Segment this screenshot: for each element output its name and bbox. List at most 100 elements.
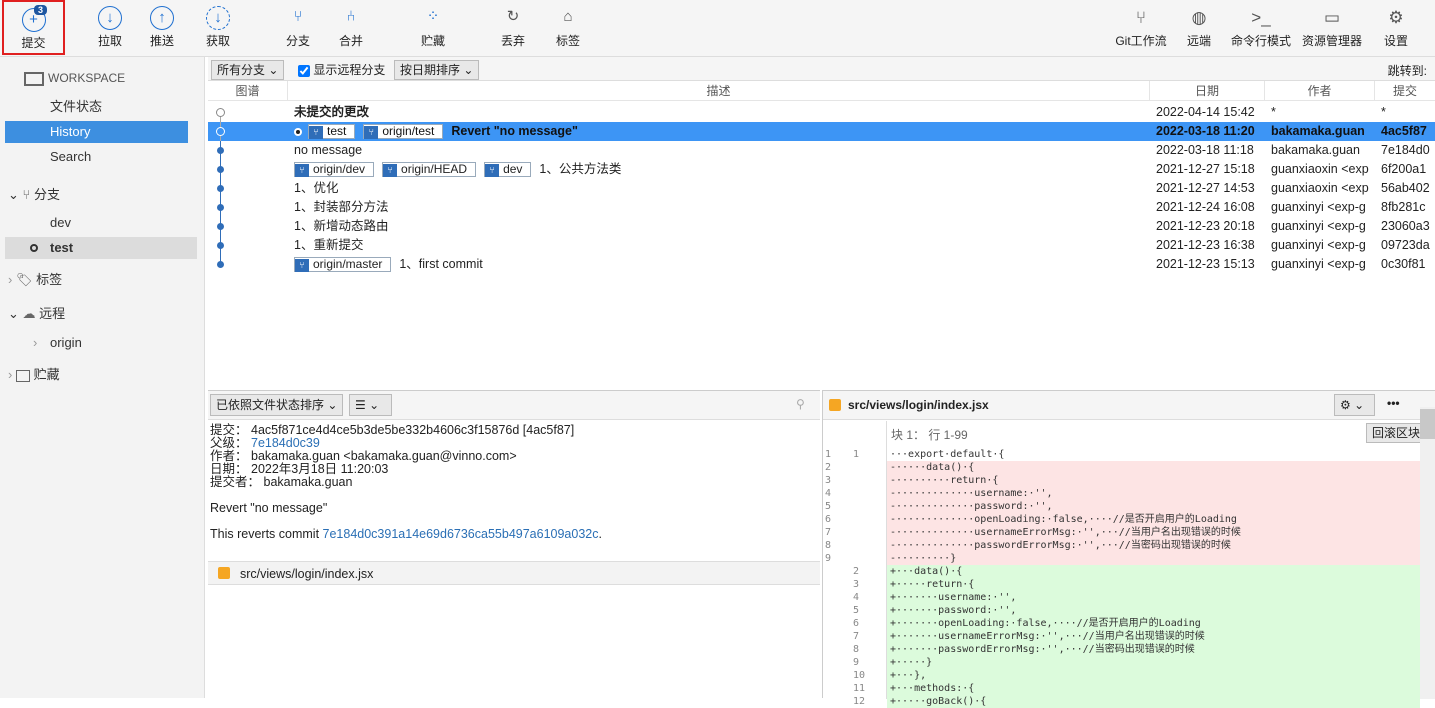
search-icon[interactable]: ⚲ xyxy=(796,397,805,411)
commit-hash-cell: 7e184d0 xyxy=(1381,143,1430,157)
workspace-header[interactable]: WORKSPACE xyxy=(24,67,125,89)
commit-row[interactable]: ⑂ test ⑂ origin/test Revert "no message" 202… xyxy=(208,122,1435,141)
diff-line-ctx[interactable]: 1 1 ···export·default·{ xyxy=(823,448,1420,461)
toolbar-gear-button[interactable]: ⚙ 设置 xyxy=(1372,0,1420,56)
more-options-icon[interactable]: ••• xyxy=(1387,396,1400,410)
toolbar-merge-button[interactable]: ⑃ 合并 xyxy=(323,0,379,56)
commit-row[interactable]: 未提交的更改 2022-04-14 15:42 * * xyxy=(208,103,1435,122)
diff-line-add[interactable]: 10 +···}, xyxy=(823,669,1420,682)
sidebar-item-file-status[interactable]: 文件状态 xyxy=(5,96,188,118)
branch-tag[interactable]: ⑂ origin/HEAD xyxy=(382,162,477,178)
committer-value: bakamaka.guan xyxy=(263,475,353,489)
diff-line-add[interactable]: 5 +·······password:·'', xyxy=(823,604,1420,617)
diff-line-del[interactable]: 9 -·········} xyxy=(823,552,1420,565)
sidebar-branch-dev[interactable]: dev xyxy=(5,212,188,234)
toolbar-plus-circle-button[interactable]: + 提交 3 xyxy=(2,0,65,55)
branch-tag[interactable]: ⑂ test xyxy=(308,124,356,140)
diff-line-add[interactable]: 6 +·······openLoading:·false,····//是否开启用户… xyxy=(823,617,1420,630)
toolbar-git-flow-button[interactable]: ⑂ Git工作流 xyxy=(1110,0,1172,56)
commit-row[interactable]: 1、重新提交 2021-12-23 16:38 guanxinyi <exp-g… xyxy=(208,236,1435,255)
diff-line-add[interactable]: 7 +·······usernameErrorMsg:·'',···//当用户名出… xyxy=(823,630,1420,643)
sort-dropdown[interactable]: 按日期排序 ⌄ xyxy=(394,60,480,80)
diff-settings-dropdown[interactable]: ⚙ ⌄ xyxy=(1334,394,1375,416)
branch-tag[interactable]: ⑂ origin/master xyxy=(294,257,392,273)
diff-line-add[interactable]: 12 +·····goBack()·{ xyxy=(823,695,1420,708)
terminal-icon: >_ xyxy=(1251,8,1271,27)
toolbar-label: 标签 xyxy=(555,34,580,48)
diff-line-del[interactable]: 3 -·········return·{ xyxy=(823,474,1420,487)
commit-row[interactable]: 1、新增动态路由 2021-12-23 20:18 guanxinyi <exp… xyxy=(208,217,1435,236)
commit-message: no message xyxy=(294,143,363,157)
show-remote-checkbox[interactable]: 显示远程分支 xyxy=(298,61,385,78)
branch-tag[interactable]: ⑂ origin/dev xyxy=(294,162,375,178)
sidebar-branch-test[interactable]: test xyxy=(5,237,197,259)
author-cell: bakamaka.guan xyxy=(1271,143,1360,157)
diff-line-del[interactable]: 6 -·············openLoading:·false,····//… xyxy=(823,513,1420,526)
graph-node xyxy=(217,166,224,173)
stashes-header[interactable]: › 贮藏 xyxy=(8,364,60,386)
commit-table-header: 图谱 描述 日期 作者 提交 xyxy=(208,81,1435,101)
date-value: 2022年3月18日 11:20:03 xyxy=(251,462,389,476)
diff-line-add[interactable]: 4 +·······username:·'', xyxy=(823,591,1420,604)
diff-line-del[interactable]: 4 -·············username:·'', xyxy=(823,487,1420,500)
toolbar-label: 丢弃 xyxy=(500,34,525,48)
file-sort-dropdown[interactable]: 已依照文件状态排序 ⌄ xyxy=(210,394,344,416)
diff-code: ···export·default·{ xyxy=(890,449,1005,460)
tags-header[interactable]: › 🏷 标签 xyxy=(8,269,62,291)
sidebar-item-search[interactable]: Search xyxy=(5,146,188,168)
graph-cell xyxy=(208,179,288,198)
toolbar-discard-button[interactable]: ↻ 丢弃 xyxy=(485,0,541,56)
diff-code: +···methods:·{ xyxy=(887,682,1420,695)
committer-label: 提交者： xyxy=(210,475,261,489)
branch-filter-dropdown[interactable]: 所有分支 ⌄ xyxy=(211,60,285,80)
diff-line-del[interactable]: 8 -·············passwordErrorMsg:·'',···/… xyxy=(823,539,1420,552)
toolbar-arrow-up-circle-button[interactable]: ↑ 推送 xyxy=(134,0,190,56)
old-line-number: 7 xyxy=(825,527,832,538)
toolbar-stash-button[interactable]: ⁘ 贮藏 xyxy=(405,0,461,56)
diff-line-del[interactable]: 7 -·············usernameErrorMsg:·'',···/… xyxy=(823,526,1420,539)
column-graph[interactable]: 图谱 xyxy=(208,81,288,101)
jump-to-label[interactable]: 跳转到: xyxy=(1388,62,1427,79)
toolbar-globe-button[interactable]: ◍ 远端 xyxy=(1177,0,1221,56)
diff-scrollbar[interactable] xyxy=(1420,407,1435,699)
graph-node xyxy=(217,242,224,249)
revert-hunk-button[interactable]: 回滚区块 xyxy=(1366,423,1427,443)
commit-row[interactable]: 1、优化 2021-12-27 14:53 guanxiaoxin <exp 5… xyxy=(208,179,1435,198)
diff-line-add[interactable]: 9 +·····} xyxy=(823,656,1420,669)
new-line-number: 12 xyxy=(853,696,866,707)
toolbar-tag-button[interactable]: ⌂ 标签 xyxy=(540,0,596,56)
commit-row[interactable]: no message 2022-03-18 11:18 bakamaka.gua… xyxy=(208,141,1435,160)
sidebar-remote-origin[interactable]: › origin xyxy=(5,332,188,354)
column-author[interactable]: 作者 xyxy=(1265,81,1375,101)
diff-line-add[interactable]: 11 +···methods:·{ xyxy=(823,682,1420,695)
toolbar-terminal-button[interactable]: >_ 命令行模式 xyxy=(1227,0,1295,56)
column-description[interactable]: 描述 xyxy=(288,81,1150,101)
reverts-hash-link[interactable]: 7e184d0c391a14e69d6736ca55b497a6109a032c xyxy=(323,527,599,541)
sidebar-item-history[interactable]: History xyxy=(5,121,188,143)
diff-line-del[interactable]: 5 -·············password:·'', xyxy=(823,500,1420,513)
diff-line-add[interactable]: 8 +·······passwordErrorMsg:·'',···//当密码出现… xyxy=(823,643,1420,656)
toolbar-folder-button[interactable]: ▭ 资源管理器 xyxy=(1296,0,1368,56)
commit-row[interactable]: ⑂ origin/dev ⑂ origin/HEAD ⑂ dev 1、公共方法类 2021-… xyxy=(208,160,1435,179)
commit-message: 1、新增动态路由 xyxy=(294,219,389,233)
file-list-item[interactable]: src/views/login/index.jsx xyxy=(208,561,820,585)
branch-tag[interactable]: ⑂ origin/test xyxy=(363,124,444,140)
branch-tag[interactable]: ⑂ dev xyxy=(484,162,532,178)
show-remote-checkbox-input[interactable] xyxy=(298,64,310,77)
diff-line-add[interactable]: 3 +·····return·{ xyxy=(823,578,1420,591)
remotes-header[interactable]: ⌄ ☁ 远程 xyxy=(8,303,65,325)
view-mode-dropdown[interactable]: ☰ ⌄ xyxy=(349,394,392,416)
commit-row[interactable]: 1、封装部分方法 2021-12-24 16:08 guanxinyi <exp… xyxy=(208,198,1435,217)
commit-row[interactable]: ⑂ origin/master 1、first commit 2021-12-23 … xyxy=(208,255,1435,274)
diff-line-add[interactable]: 2 +···data()·{ xyxy=(823,565,1420,578)
parent-hash-link[interactable]: 7e184d0c39 xyxy=(251,436,320,450)
branches-header[interactable]: ⌄ ⑂ 分支 xyxy=(8,184,60,206)
column-commit[interactable]: 提交 xyxy=(1375,81,1435,101)
toolbar-fetch-button[interactable]: ↓ 获取 xyxy=(190,0,246,56)
toolbar-arrow-down-circle-button[interactable]: ↓ 拉取 xyxy=(82,0,138,56)
diff-line-del[interactable]: 2 -·····data()·{ xyxy=(823,461,1420,474)
graph-node xyxy=(217,261,224,268)
toolbar-branch-button[interactable]: ⑂ 分支 xyxy=(270,0,326,56)
branch-icon: ⑂ xyxy=(383,164,398,178)
column-date[interactable]: 日期 xyxy=(1150,81,1265,101)
